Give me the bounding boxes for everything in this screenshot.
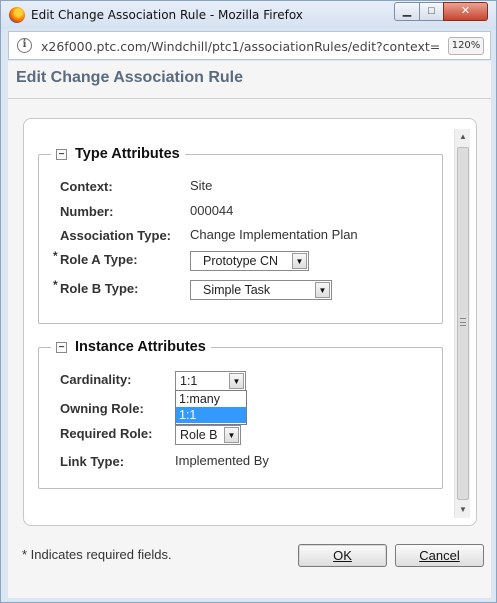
- collapse-icon[interactable]: −: [56, 149, 67, 160]
- cancel-button[interactable]: Cancel: [395, 544, 484, 567]
- association-type-value: Change Implementation Plan: [190, 227, 358, 242]
- close-button[interactable]: ✕: [443, 2, 488, 21]
- instance-attributes-legend[interactable]: − Instance Attributes: [51, 339, 211, 355]
- role-a-type-label-text: Role A Type:: [60, 252, 138, 267]
- required-role-select[interactable]: Role B ▼: [175, 425, 241, 445]
- cardinality-label: Cardinality:: [60, 372, 132, 387]
- role-b-type-label-text: Role B Type:: [60, 281, 139, 296]
- number-label: Number:: [60, 204, 114, 219]
- required-marker: *: [53, 249, 58, 263]
- type-attributes-title: Type Attributes: [75, 146, 180, 162]
- vertical-scrollbar[interactable]: ▲ ▼: [454, 129, 470, 518]
- cardinality-dropdown-list[interactable]: 1:many 1:1: [175, 390, 247, 425]
- minimize-button[interactable]: ▁: [394, 2, 420, 21]
- context-value: Site: [190, 178, 213, 193]
- link-type-label: Link Type:: [60, 454, 125, 469]
- link-type-value: Implemented By: [175, 453, 269, 468]
- chevron-down-icon[interactable]: ▼: [229, 373, 244, 389]
- role-b-type-label: * Role B Type:: [53, 278, 139, 296]
- firefox-icon: [9, 7, 25, 23]
- chevron-down-icon[interactable]: ▼: [292, 253, 307, 269]
- ok-button[interactable]: OK: [298, 544, 387, 567]
- scroll-up-icon[interactable]: ▲: [455, 129, 471, 145]
- role-a-type-label: * Role A Type:: [53, 249, 138, 267]
- required-marker: *: [53, 278, 58, 292]
- scroll-down-icon[interactable]: ▼: [455, 502, 471, 518]
- required-role-value: Role B: [180, 428, 218, 442]
- collapse-icon[interactable]: −: [56, 342, 67, 353]
- type-attributes-legend[interactable]: − Type Attributes: [51, 146, 185, 162]
- cardinality-value: 1:1: [180, 374, 198, 388]
- instance-attributes-title: Instance Attributes: [75, 339, 206, 355]
- dialog-page: Edit Change Association Rule − Type Attri…: [8, 61, 491, 598]
- role-b-type-value: Simple Task: [203, 283, 271, 297]
- scrollbar-thumb[interactable]: [457, 147, 469, 500]
- page-title: Edit Change Association Rule: [16, 69, 243, 86]
- grip-icon: [460, 318, 466, 326]
- number-value: 000044: [190, 203, 234, 218]
- chevron-down-icon[interactable]: ▼: [224, 427, 239, 443]
- title-divider: [8, 98, 491, 99]
- required-role-label: Required Role:: [60, 426, 153, 441]
- url-text[interactable]: x26f000.ptc.com/Windchill/ptc1/associati…: [41, 39, 441, 54]
- chevron-down-icon[interactable]: ▼: [315, 282, 330, 298]
- owning-role-label: Owning Role:: [60, 401, 144, 416]
- title-bar: Edit Change Association Rule - Mozilla F…: [1, 1, 496, 29]
- browser-window: Edit Change Association Rule - Mozilla F…: [0, 0, 497, 603]
- cardinality-option-1-1[interactable]: 1:1: [176, 407, 246, 423]
- role-a-type-value: Prototype CN: [203, 254, 279, 268]
- cardinality-option-1-many[interactable]: 1:many: [176, 391, 246, 407]
- address-bar[interactable]: i x26f000.ptc.com/Windchill/ptc1/associa…: [8, 31, 491, 60]
- context-label: Context:: [60, 179, 113, 194]
- attributes-panel: − Type Attributes Context: Site Number: 0…: [23, 118, 477, 526]
- role-b-type-select[interactable]: Simple Task ▼: [190, 280, 332, 300]
- required-fields-note: * Indicates required fields.: [22, 547, 172, 562]
- info-icon[interactable]: i: [17, 38, 32, 53]
- role-a-type-select[interactable]: Prototype CN ▼: [190, 251, 309, 271]
- window-title: Edit Change Association Rule - Mozilla F…: [31, 8, 303, 22]
- maximize-button[interactable]: □: [419, 2, 444, 21]
- cardinality-select[interactable]: 1:1 ▼: [175, 371, 246, 391]
- zoom-indicator[interactable]: 120%: [448, 37, 484, 55]
- association-type-label: Association Type:: [60, 228, 172, 243]
